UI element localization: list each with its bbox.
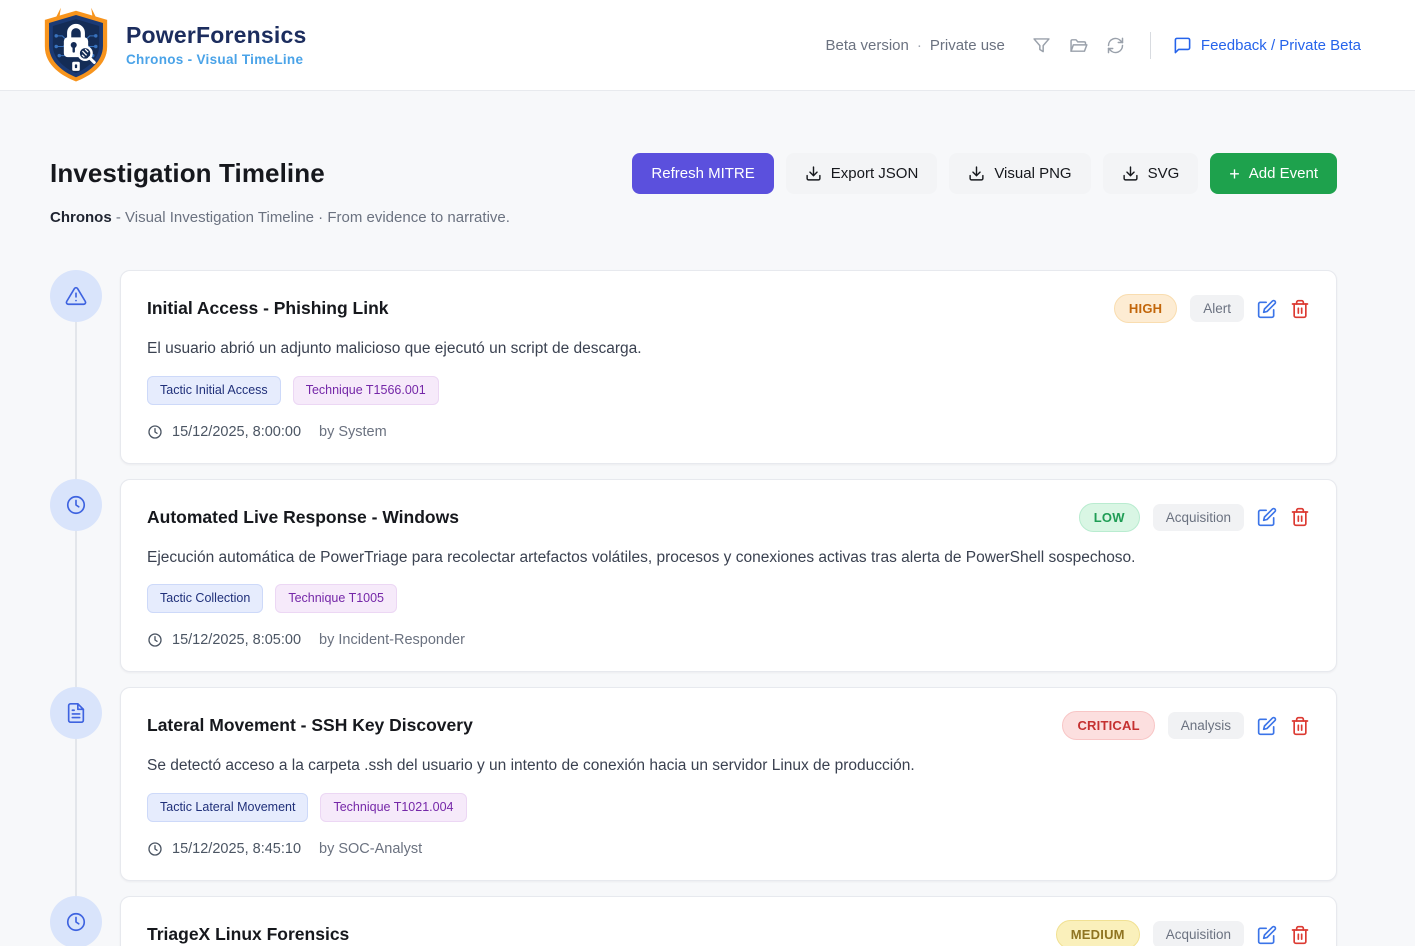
event-title: TriageX Linux Forensics <box>147 924 349 945</box>
event-description: Se detectó acceso a la carpeta .ssh del … <box>147 755 1310 777</box>
page-subtitle: Chronos - Visual Investigation Timeline … <box>50 209 1337 226</box>
clock-icon <box>147 841 163 857</box>
chat-bubble-icon <box>1173 36 1192 55</box>
refresh-mitre-button[interactable]: Refresh MITRE <box>632 153 773 194</box>
top-bar: PowerForensics Chronos - Visual TimeLine… <box>0 0 1415 91</box>
delete-event-button[interactable] <box>1290 925 1310 945</box>
svg-button[interactable]: SVG <box>1103 153 1199 194</box>
download-icon <box>1122 165 1139 182</box>
delete-event-button[interactable] <box>1290 299 1310 319</box>
event-card: Automated Live Response - Windows LOW Ac… <box>120 479 1337 673</box>
private-use-label: Private use <box>930 37 1005 54</box>
category-badge: Analysis <box>1168 712 1244 739</box>
visual-png-button[interactable]: Visual PNG <box>949 153 1090 194</box>
refresh-mitre-label: Refresh MITRE <box>651 165 754 182</box>
vertical-divider <box>1150 32 1151 59</box>
page-header-row: Investigation Timeline Refresh MITRE Exp… <box>50 153 1337 194</box>
toolbar: Refresh MITRE Export JSON Visual PNG SVG… <box>632 153 1337 194</box>
separator-dot: · <box>917 37 922 54</box>
refresh-icon[interactable] <box>1105 35 1126 56</box>
clock-icon <box>50 479 102 531</box>
add-event-label: Add Event <box>1249 165 1318 182</box>
beta-version-label: Beta version <box>825 37 908 54</box>
page-title: Investigation Timeline <box>50 158 325 189</box>
event-description: El usuario abrió un adjunto malicioso qu… <box>147 338 1310 360</box>
tactic-tag: Tactic Collection <box>147 584 263 613</box>
edit-event-button[interactable] <box>1257 716 1277 736</box>
brand-name: PowerForensics <box>126 23 306 48</box>
category-badge: Alert <box>1190 295 1244 322</box>
event-author: by SOC-Analyst <box>319 841 422 857</box>
brand-tagline: Chronos - Visual TimeLine <box>126 52 306 67</box>
download-icon <box>968 165 985 182</box>
timeline-item: Lateral Movement - SSH Key Discovery CRI… <box>50 687 1337 881</box>
subtitle-text: - Visual Investigation Timeline · From e… <box>116 209 510 226</box>
export-json-label: Export JSON <box>831 165 919 182</box>
event-description: Ejecución automática de PowerTriage para… <box>147 547 1310 569</box>
event-title: Lateral Movement - SSH Key Discovery <box>147 715 473 736</box>
event-card: Lateral Movement - SSH Key Discovery CRI… <box>120 687 1337 881</box>
alert-triangle-icon <box>50 270 102 322</box>
event-card: Initial Access - Phishing Link HIGH Aler… <box>120 270 1337 464</box>
plus-icon: + <box>1229 165 1240 183</box>
edit-event-button[interactable] <box>1257 507 1277 527</box>
technique-tag: Technique T1021.004 <box>320 793 466 822</box>
visual-png-label: Visual PNG <box>994 165 1071 182</box>
timeline-item: TriageX Linux Forensics MEDIUM Acquisiti… <box>50 896 1337 946</box>
edit-event-button[interactable] <box>1257 925 1277 945</box>
timeline-item: Automated Live Response - Windows LOW Ac… <box>50 479 1337 673</box>
app-viewport: PowerForensics Chronos - Visual TimeLine… <box>0 0 1415 946</box>
version-status-text: Beta version · Private use <box>825 37 1004 54</box>
add-event-button[interactable]: + Add Event <box>1210 153 1337 194</box>
severity-badge: LOW <box>1079 503 1140 532</box>
filter-icon[interactable] <box>1031 35 1052 56</box>
event-title: Automated Live Response - Windows <box>147 507 459 528</box>
severity-badge: CRITICAL <box>1062 711 1154 740</box>
category-badge: Acquisition <box>1153 504 1244 531</box>
event-title: Initial Access - Phishing Link <box>147 298 389 319</box>
clock-icon <box>147 424 163 440</box>
top-bar-right: Beta version · Private use Feedback / Priv… <box>825 32 1361 59</box>
file-text-icon <box>50 687 102 739</box>
delete-event-button[interactable] <box>1290 507 1310 527</box>
delete-event-button[interactable] <box>1290 716 1310 736</box>
export-json-button[interactable]: Export JSON <box>786 153 938 194</box>
download-icon <box>805 165 822 182</box>
timeline-item: Initial Access - Phishing Link HIGH Aler… <box>50 270 1337 464</box>
technique-tag: Technique T1566.001 <box>293 376 439 405</box>
tactic-tag: Tactic Lateral Movement <box>147 793 308 822</box>
top-bar-tools <box>1031 35 1126 56</box>
brand: PowerForensics Chronos - Visual TimeLine <box>38 7 306 83</box>
tactic-tag: Tactic Initial Access <box>147 376 281 405</box>
feedback-link[interactable]: Feedback / Private Beta <box>1173 36 1361 55</box>
event-timestamp: 15/12/2025, 8:00:00 <box>172 424 301 440</box>
event-card: TriageX Linux Forensics MEDIUM Acquisiti… <box>120 896 1337 946</box>
severity-badge: HIGH <box>1114 294 1177 323</box>
clock-icon <box>147 632 163 648</box>
powerforensics-shield-logo-icon <box>38 7 114 83</box>
svg-label: SVG <box>1148 165 1180 182</box>
subtitle-brand: Chronos <box>50 209 112 226</box>
clock-icon <box>50 896 102 946</box>
event-timestamp: 15/12/2025, 8:45:10 <box>172 841 301 857</box>
feedback-link-label: Feedback / Private Beta <box>1201 37 1361 54</box>
folder-icon[interactable] <box>1068 35 1089 56</box>
event-author: by Incident-Responder <box>319 632 465 648</box>
event-timestamp: 15/12/2025, 8:05:00 <box>172 632 301 648</box>
event-author: by System <box>319 424 387 440</box>
category-badge: Acquisition <box>1153 921 1244 946</box>
main-content: Investigation Timeline Refresh MITRE Exp… <box>0 91 1415 946</box>
severity-badge: MEDIUM <box>1056 920 1140 946</box>
technique-tag: Technique T1005 <box>275 584 397 613</box>
investigation-timeline: Initial Access - Phishing Link HIGH Aler… <box>50 270 1337 946</box>
edit-event-button[interactable] <box>1257 299 1277 319</box>
